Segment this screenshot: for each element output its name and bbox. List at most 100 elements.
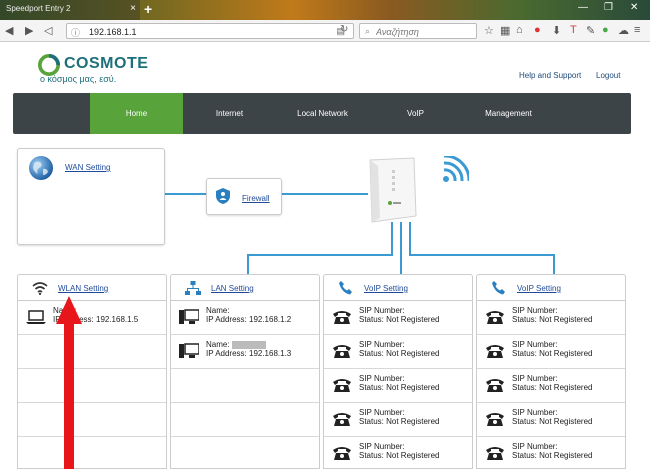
extension-icon[interactable]: ✎	[586, 24, 595, 37]
sip-number: SIP Number:	[359, 340, 405, 349]
list-item: SIP Number: Status: Not Registered	[477, 369, 625, 403]
connector-line	[391, 222, 393, 256]
download-icon[interactable]: ⬇	[552, 24, 561, 37]
extension-icon[interactable]: ●	[602, 24, 609, 36]
sip-number: SIP Number:	[359, 408, 405, 417]
info-icon[interactable]: ⓘ	[71, 26, 80, 39]
list-item: SIP Number: Status: Not Registered	[477, 437, 625, 468]
reading-list-icon[interactable]: ▦	[500, 24, 510, 37]
connector-line	[409, 222, 411, 256]
voip-card-header: VoIP Setting	[324, 275, 472, 301]
tab-title: Speedport Entry 2	[6, 4, 71, 13]
wlan-card: WLAN Setting Name: IP Address: 192.168.1…	[17, 274, 167, 469]
list-item: SIP Number: Status: Not Registered	[324, 403, 472, 437]
browser-toolbar: ◀ ▶ ◁ ⓘ 192.168.1.1 ▤ ↻ ⌕ ☆ ▦ ⌂ ● ⬇ T ✎ …	[0, 20, 650, 42]
sip-status: Status: Not Registered	[359, 451, 440, 460]
connector-line	[282, 193, 368, 195]
voip-setting-link[interactable]: VoIP Setting	[517, 284, 561, 293]
red-arrow-annotation	[56, 296, 82, 469]
help-support-link[interactable]: Help and Support	[519, 71, 581, 80]
lan-card: LAN Setting Name: IP Address: 192.168.1.…	[170, 274, 320, 469]
empty-row	[18, 437, 166, 468]
list-item: SIP Number: Status: Not Registered	[324, 437, 472, 468]
sip-status: Status: Not Registered	[512, 383, 593, 392]
connector-line	[247, 254, 393, 256]
connector-line	[165, 193, 207, 195]
menu-icon[interactable]: ≡	[634, 24, 640, 36]
logout-link[interactable]: Logout	[596, 71, 620, 80]
menu-management[interactable]: Management	[462, 93, 555, 134]
list-item: Name: IP Address: 192.168.1.2	[171, 301, 319, 335]
laptop-icon	[26, 310, 46, 324]
wifi-signal-icon	[443, 156, 469, 182]
empty-row	[18, 369, 166, 403]
telephone-icon	[333, 345, 351, 358]
device-name: Name:	[206, 340, 266, 349]
lan-setting-link[interactable]: LAN Setting	[211, 284, 254, 293]
lan-card-header: LAN Setting	[171, 275, 319, 301]
phone-icon	[339, 281, 352, 295]
device-ip: IP Address: 192.168.1.3	[206, 349, 292, 358]
voip-card-1: VoIP Setting SIP Number: Status: Not Reg…	[323, 274, 473, 469]
sip-status: Status: Not Registered	[512, 349, 593, 358]
telephone-icon	[486, 311, 504, 324]
firewall-link[interactable]: Firewall	[242, 194, 270, 203]
new-tab-button[interactable]: +	[144, 1, 152, 17]
list-item: SIP Number: Status: Not Registered	[477, 403, 625, 437]
browser-titlebar: Speedport Entry 2 × + — ❐ ✕	[0, 0, 650, 20]
close-window-icon[interactable]: ✕	[630, 2, 638, 13]
empty-row	[171, 437, 319, 468]
menu-home[interactable]: Home	[90, 93, 183, 134]
list-item: Name: IP Address: 192.168.1.5	[18, 301, 166, 335]
adblock-icon[interactable]: ●	[534, 24, 541, 36]
reload-icon[interactable]: ↻	[340, 24, 348, 35]
close-tab-icon[interactable]: ×	[130, 3, 136, 14]
search-bar[interactable]: ⌕	[359, 23, 477, 39]
list-item: Name: IP Address: 192.168.1.3	[171, 335, 319, 369]
device-name: Name:	[206, 306, 230, 315]
url-bar[interactable]: ⓘ 192.168.1.1 ▤	[66, 23, 354, 39]
wan-setting-card: WAN Setting	[17, 148, 165, 245]
sip-number: SIP Number:	[359, 306, 405, 315]
telephone-icon	[333, 311, 351, 324]
sip-number: SIP Number:	[512, 340, 558, 349]
voip-setting-link[interactable]: VoIP Setting	[364, 284, 408, 293]
telephone-icon	[333, 447, 351, 460]
globe-icon	[29, 156, 53, 180]
extension-icon[interactable]: T	[570, 24, 577, 36]
sip-number: SIP Number:	[359, 374, 405, 383]
list-item: SIP Number: Status: Not Registered	[477, 301, 625, 335]
connector-line	[400, 222, 402, 274]
home-icon[interactable]: ⌂	[516, 24, 523, 36]
connector-line	[409, 254, 555, 256]
sip-status: Status: Not Registered	[359, 315, 440, 324]
list-item: SIP Number: Status: Not Registered	[324, 301, 472, 335]
history-back-icon[interactable]: ◁	[44, 24, 52, 37]
desktop-icon	[179, 343, 199, 358]
network-icon	[185, 281, 201, 295]
extension-icon[interactable]: ☁	[618, 24, 629, 37]
sip-number: SIP Number:	[512, 408, 558, 417]
voip-card-header: VoIP Setting	[477, 275, 625, 301]
wan-setting-link[interactable]: WAN Setting	[65, 163, 111, 172]
search-input[interactable]	[376, 26, 472, 37]
url-text[interactable]: 192.168.1.1	[89, 27, 137, 37]
back-icon[interactable]: ◀	[5, 24, 13, 37]
telephone-icon	[333, 379, 351, 392]
minimize-icon[interactable]: —	[578, 2, 588, 13]
menu-local-network[interactable]: Local Network	[276, 93, 369, 134]
telephone-icon	[486, 447, 504, 460]
connector-line	[247, 254, 249, 274]
menu-internet[interactable]: Internet	[183, 93, 276, 134]
telephone-icon	[486, 413, 504, 426]
sip-status: Status: Not Registered	[512, 417, 593, 426]
browser-tab[interactable]: Speedport Entry 2 ×	[0, 0, 140, 20]
sip-number: SIP Number:	[512, 442, 558, 451]
bookmark-star-icon[interactable]: ☆	[484, 24, 494, 37]
maximize-icon[interactable]: ❐	[604, 2, 613, 13]
router-icon	[369, 157, 417, 223]
telephone-icon	[486, 379, 504, 392]
wlan-setting-link[interactable]: WLAN Setting	[58, 284, 108, 293]
menu-voip[interactable]: VoIP	[369, 93, 462, 134]
forward-icon[interactable]: ▶	[25, 24, 33, 37]
